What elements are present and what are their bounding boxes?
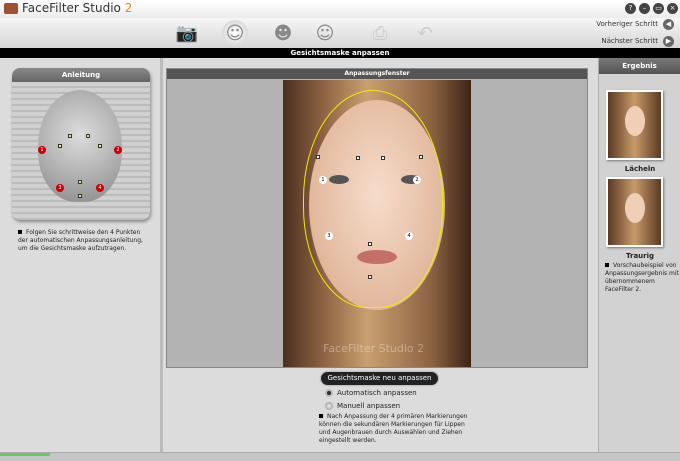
radio-auto[interactable]: Automatisch anpassen [325,389,417,397]
progress-indicator [0,453,50,456]
guide-marker-1: 1 [38,146,46,154]
status-bar [0,452,680,461]
close-icon[interactable]: × [667,3,678,14]
app-version: 2 [124,1,133,15]
minimize-icon[interactable]: – [639,3,650,14]
app-title-text: FaceFilter Studio [22,1,121,15]
result-thumb-sad[interactable] [606,177,663,247]
adjust-window-header: Anpassungsfenster [167,69,587,79]
result-header: Ergebnis [599,58,680,74]
guide-marker-2: 2 [114,146,122,154]
title-bar: FaceFilter Studio 2 ? – ▭ × [0,0,680,18]
photo-marker-4[interactable]: 4 [405,232,413,240]
app-title: FaceFilter Studio 2 [22,1,132,15]
undo-tool-icon[interactable]: ↶ [412,20,438,46]
face-mask-tool-icon[interactable]: ☺ [222,20,248,46]
photo-marker-3[interactable]: 3 [325,232,333,240]
guide-marker-4: 4 [96,184,104,192]
result-panel: Ergebnis Lächeln Traurig Vorschaubeispie… [598,58,680,452]
result-label-sad: Traurig [625,252,655,260]
face-photo[interactable]: 1 2 3 4 FaceFilter Studio 2 [283,80,471,367]
radio-manual-indicator[interactable] [325,402,333,410]
guide-card: Anleitung 1 2 3 4 [12,68,150,220]
readjust-mask-button[interactable]: Gesichtsmaske neu anpassen [321,372,438,385]
previous-step-label[interactable]: Vorheriger Schritt [596,20,658,28]
radio-manual[interactable]: Manuell anpassen [325,402,400,410]
radio-auto-indicator[interactable] [325,389,333,397]
previous-step-button[interactable]: ◀ [663,19,674,30]
guide-instructions: Folgen Sie schrittweise den 4 Punkten de… [18,229,148,253]
guide-marker-3: 3 [56,184,64,192]
radio-auto-label: Automatisch anpassen [337,389,417,397]
next-step-button[interactable]: ▶ [663,36,674,47]
result-description: Vorschaubeispiel von Anpassungsergebnis … [605,262,679,293]
result-thumb-smile[interactable] [606,90,663,160]
help-icon[interactable]: ? [625,3,636,14]
guide-head-image: 1 2 3 4 [38,90,122,202]
watermark: FaceFilter Studio 2 [323,342,425,355]
camera-tool-icon[interactable]: 📷 [174,20,200,46]
face-filter-tool-icon[interactable]: ☻ [270,20,296,46]
result-label-smile: Lächeln [624,165,656,173]
app-logo-icon [4,3,18,14]
guide-header: Anleitung [12,68,150,82]
adjust-note: Nach Anpassung der 4 primären Markierung… [319,413,468,444]
radio-manual-label: Manuell anpassen [337,402,401,410]
print-tool-icon[interactable]: ⎙ [367,20,393,46]
faces-compare-tool-icon[interactable]: ☺ [312,20,338,46]
next-step-label[interactable]: Nächster Schritt [601,37,658,45]
photo-marker-2[interactable]: 2 [413,176,421,184]
photo-marker-1[interactable]: 1 [319,176,327,184]
adjust-window: Anpassungsfenster 1 2 3 4 FaceFilter Stu… [166,68,588,368]
maximize-icon[interactable]: ▭ [653,3,664,14]
toolbar [0,18,680,48]
step-title: Gesichtsmaske anpassen [0,48,680,58]
left-divider [160,58,163,452]
